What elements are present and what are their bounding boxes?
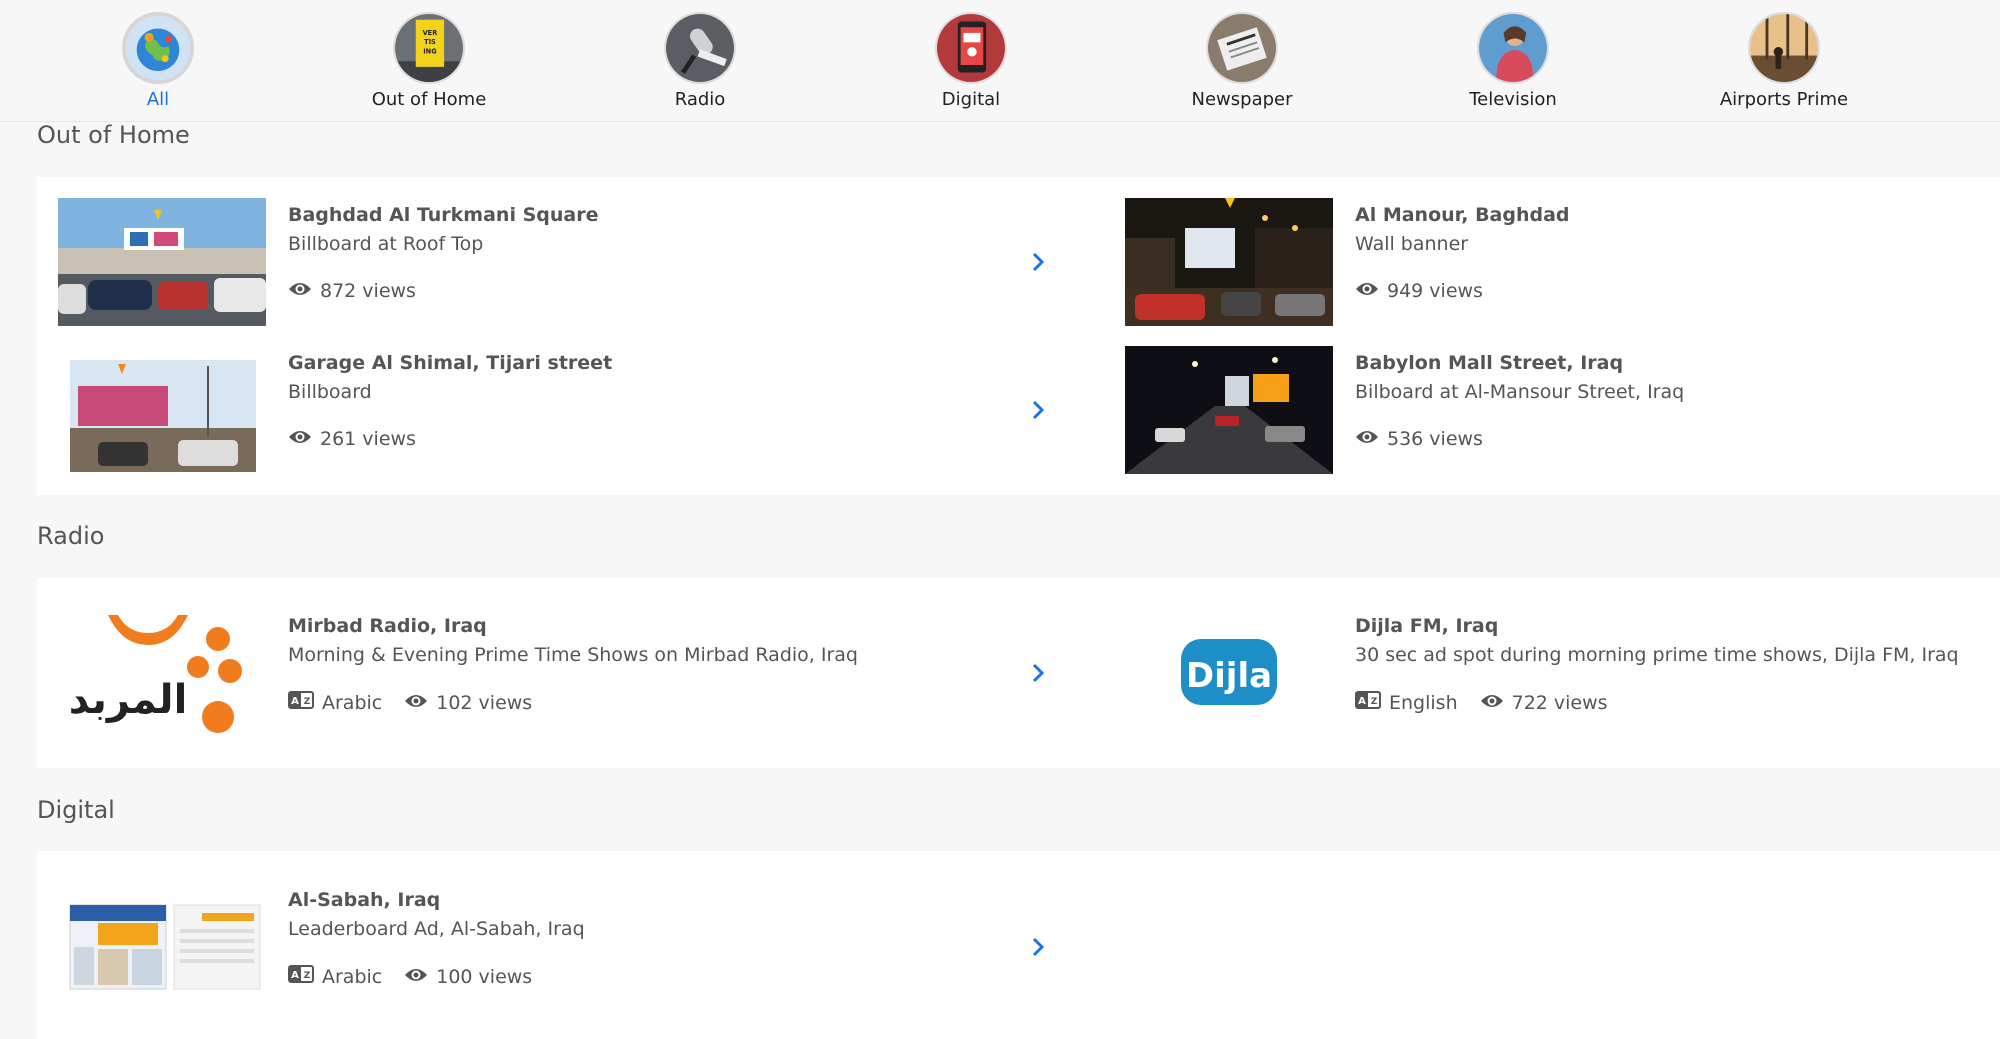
listing-meta: 949 views xyxy=(1355,280,1505,302)
listing-subtitle: 30 sec ad spot during morning prime time… xyxy=(1355,644,1959,666)
view-count: 100 views xyxy=(436,965,533,988)
language: Arabic xyxy=(322,965,383,988)
category-out-of-home[interactable]: VER TIS ING Out of Home xyxy=(339,12,519,110)
listing-meta: A Z English 722 views xyxy=(1355,691,1630,714)
category-label: Airports Prime xyxy=(1719,89,1849,110)
listing-card[interactable]: Al-Sabah, Iraq Leaderboard Ad, Al-Sabah,… xyxy=(58,883,1088,1011)
view-count: 102 views xyxy=(436,691,533,714)
listing-image xyxy=(58,883,266,1011)
smartphone-icon xyxy=(935,12,1007,84)
view-count: 872 views xyxy=(320,280,416,302)
listing-meta: 872 views xyxy=(288,280,438,302)
eye-icon xyxy=(1355,428,1379,450)
listing-card[interactable]: Babylon Mall Street, Iraq Bilboard at Al… xyxy=(1125,346,1985,474)
category-radio[interactable]: Radio xyxy=(610,12,790,110)
listing-subtitle: Billboard xyxy=(288,381,372,403)
listing-meta: A Z Arabic 100 views xyxy=(288,965,554,988)
listing-subtitle: Leaderboard Ad, Al-Sabah, Iraq xyxy=(288,918,585,940)
svg-text:A: A xyxy=(1358,696,1366,707)
listing-subtitle: Morning & Evening Prime Time Shows on Mi… xyxy=(288,644,858,666)
view-count: 261 views xyxy=(320,428,416,450)
svg-text:ING: ING xyxy=(423,48,436,56)
category-label: Radio xyxy=(674,89,726,110)
category-newspaper[interactable]: Newspaper xyxy=(1152,12,1332,110)
svg-text:A: A xyxy=(291,970,299,981)
listing-meta: 536 views xyxy=(1355,428,1505,450)
category-label: Newspaper xyxy=(1191,89,1293,110)
eye-icon xyxy=(288,280,312,302)
billboard-icon: VER TIS ING xyxy=(393,12,465,84)
presenter-icon xyxy=(1477,12,1549,84)
listing-meta: A Z Arabic 102 views xyxy=(288,691,554,714)
newspaper-icon xyxy=(1206,12,1278,84)
eye-icon xyxy=(404,692,428,714)
digital-panel: Al-Sabah, Iraq Leaderboard Ad, Al-Sabah,… xyxy=(37,851,2000,1039)
section-title-out-of-home: Out of Home xyxy=(37,121,190,149)
view-count: 722 views xyxy=(1511,691,1608,714)
language-icon: AZ xyxy=(288,965,314,988)
listing-subtitle: Billboard at Roof Top xyxy=(288,233,484,255)
listing-image xyxy=(1125,346,1333,474)
chevron-right-icon[interactable] xyxy=(1018,242,1058,282)
section-title-radio: Radio xyxy=(37,522,105,550)
category-digital[interactable]: Digital xyxy=(881,12,1061,110)
eye-icon xyxy=(288,428,312,450)
listing-image xyxy=(58,346,266,474)
svg-text:Z: Z xyxy=(304,971,311,981)
listing-card[interactable]: Al Manour, Baghdad Wall banner 949 views xyxy=(1125,198,1985,326)
language: English xyxy=(1389,691,1458,714)
dijla-logo: Dijla xyxy=(1125,609,1333,737)
listing-meta: 261 views xyxy=(288,428,438,450)
eye-icon xyxy=(1355,280,1379,302)
listing-subtitle: Wall banner xyxy=(1355,233,1469,255)
listing-title[interactable]: Al Manour, Baghdad xyxy=(1355,204,1570,226)
svg-text:TIS: TIS xyxy=(424,38,436,46)
listing-card[interactable]: Garage Al Shimal, Tijari street Billboar… xyxy=(58,346,1088,474)
listing-title[interactable]: Babylon Mall Street, Iraq xyxy=(1355,352,1623,374)
dijla-logo-text: Dijla xyxy=(1186,656,1272,696)
listing-card[interactable]: Dijla Dijla FM, Iraq 30 sec ad spot duri… xyxy=(1125,609,1985,737)
listing-title[interactable]: Mirbad Radio, Iraq xyxy=(288,615,487,637)
chevron-right-icon[interactable] xyxy=(1018,390,1058,430)
chevron-right-icon[interactable] xyxy=(1018,927,1058,967)
listing-image xyxy=(1125,198,1333,326)
category-airports-prime[interactable]: Airports Prime xyxy=(1694,12,1874,110)
listing-title[interactable]: Baghdad Al Turkmani Square xyxy=(288,204,598,226)
globe-icon xyxy=(122,12,194,84)
category-television[interactable]: Television xyxy=(1423,12,1603,110)
view-count: 536 views xyxy=(1387,428,1483,450)
eye-icon xyxy=(404,966,428,988)
svg-text:A: A xyxy=(291,696,299,707)
language: Arabic xyxy=(322,691,383,714)
radio-panel: المربد Mirbad Radio, Iraq Morning & Even… xyxy=(37,578,2000,768)
chevron-right-icon[interactable] xyxy=(1018,653,1058,693)
mirbad-logo: المربد xyxy=(58,609,266,737)
category-label: Television xyxy=(1469,89,1557,110)
out-of-home-panel: Baghdad Al Turkmani Square Billboard at … xyxy=(37,177,2000,495)
airport-icon xyxy=(1748,12,1820,84)
category-label: Digital xyxy=(941,89,1001,110)
category-label: All xyxy=(146,89,170,110)
category-label: Out of Home xyxy=(371,89,487,110)
listing-card[interactable]: Baghdad Al Turkmani Square Billboard at … xyxy=(58,198,1088,326)
language-icon: AZ xyxy=(1355,691,1381,714)
eye-icon xyxy=(1480,692,1504,714)
svg-text:Z: Z xyxy=(1371,697,1378,707)
listing-title[interactable]: Al-Sabah, Iraq xyxy=(288,889,440,911)
svg-text:Z: Z xyxy=(304,697,311,707)
mirbad-logo-text: المربد xyxy=(69,677,188,723)
view-count: 949 views xyxy=(1387,280,1483,302)
listing-title[interactable]: Dijla FM, Iraq xyxy=(1355,615,1498,637)
listing-card[interactable]: المربد Mirbad Radio, Iraq Morning & Even… xyxy=(58,609,1088,737)
language-icon: AZ xyxy=(288,691,314,714)
section-title-digital: Digital xyxy=(37,796,115,824)
listing-image xyxy=(58,198,266,326)
svg-text:VER: VER xyxy=(423,29,438,37)
listing-subtitle: Bilboard at Al-Mansour Street, Iraq xyxy=(1355,381,1685,403)
category-bar: All VER TIS ING Out of Home Radio Digital … xyxy=(0,0,2000,122)
category-all[interactable]: All xyxy=(68,12,248,110)
listing-title[interactable]: Garage Al Shimal, Tijari street xyxy=(288,352,612,374)
microphone-icon xyxy=(664,12,736,84)
